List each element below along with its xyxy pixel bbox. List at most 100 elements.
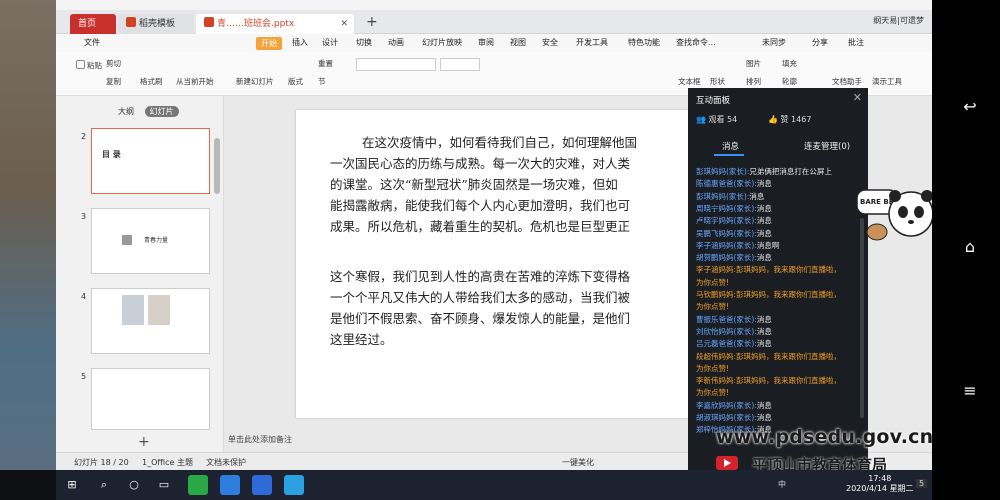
dingtalk-icon[interactable] (220, 475, 240, 495)
section-label: 节 (318, 77, 326, 86)
cortana-icon[interactable]: ○ (126, 477, 142, 493)
new-tab-button[interactable]: + (366, 14, 378, 30)
message-sender: 李嘉欣妈妈(家长): (696, 400, 757, 410)
protection-status[interactable]: 文档未保护 (206, 457, 246, 468)
add-slide-button[interactable]: + (138, 434, 150, 450)
section-button[interactable]: 节 (318, 76, 326, 87)
slide-thumbnail[interactable]: 青春力量 (91, 208, 210, 274)
tab-home[interactable]: 首页 (70, 14, 116, 34)
fill-button[interactable]: 填充 (782, 58, 797, 69)
picture-button[interactable]: 图片 (746, 58, 761, 69)
tab-messages[interactable]: 消息 (722, 140, 739, 152)
textbox-button[interactable]: 文本框 (678, 76, 701, 87)
watermark-url: www.pdsedu.gov.cn (716, 426, 934, 448)
clock[interactable]: 17:48 2020/4/14 星期二 (846, 474, 914, 494)
menu-slideshow[interactable]: 幻灯片放映 (422, 37, 462, 48)
message-sender: 刘欣怡妈妈(家长): (696, 326, 757, 336)
slide-paragraph-1[interactable]: 在这次疫情中，如何看待我们自己，如何理解他国 一次国民心态的历练与成熟。每一次大… (330, 132, 690, 237)
menu-insert[interactable]: 插入 (292, 37, 308, 48)
paste-button[interactable]: 粘贴 (76, 60, 102, 71)
message-text: 消息啊 (756, 240, 780, 250)
message-sender: 陈德惠爸爸(家长): (696, 179, 757, 189)
search-commands[interactable]: 查找命令... (676, 37, 716, 48)
language-indicator[interactable]: 中 (778, 479, 786, 490)
close-icon[interactable]: ✕ (853, 91, 862, 104)
cut-button[interactable]: 剪切 (106, 58, 121, 69)
comment-button[interactable]: 批注 (848, 37, 864, 48)
drawing-tools-button[interactable]: 演示工具 (872, 76, 902, 87)
slide-thumbnail[interactable] (91, 368, 210, 430)
menu-animation[interactable]: 动画 (388, 37, 404, 48)
doc-assistant-button[interactable]: 文档助手 (832, 76, 862, 87)
message-sender: 李子涵妈妈(家长): (696, 240, 757, 250)
message-text: 彭琪妈妈，我来跟你们直播啦， (736, 351, 842, 361)
format-painter-button[interactable]: 格式刷 (140, 76, 163, 87)
search-icon[interactable]: ⌕ (96, 477, 112, 493)
menu-view[interactable]: 视图 (510, 37, 526, 48)
copy-label: 复制 (106, 77, 121, 86)
message-text: 消息 (756, 228, 772, 238)
tab-slides[interactable]: 幻灯片 (144, 106, 179, 117)
slide-canvas[interactable]: 在这次疫情中，如何看待我们自己，如何理解他国 一次国民心态的历练与成熟。每一次大… (296, 110, 691, 418)
slide-thumbnail[interactable] (91, 288, 210, 354)
home-nav-icon[interactable]: ⌂ (957, 236, 983, 258)
shape-button[interactable]: 形状 (710, 76, 725, 87)
menu-features[interactable]: 特色功能 (628, 37, 660, 48)
outline-button[interactable]: 轮廓 (782, 76, 797, 87)
sync-status[interactable]: 未同步 (762, 37, 786, 48)
back-nav-icon[interactable]: ↩ (957, 96, 983, 118)
copy-button[interactable]: 复制 (106, 76, 121, 87)
message-item: 彭琪妈妈(家长):兄弟俩把消息打在公屏上 (696, 166, 864, 178)
tab-mic-management[interactable]: 连麦管理(0) (804, 140, 850, 152)
play-from-current-button[interactable]: 从当前开始 (176, 76, 214, 87)
slide-paragraph-2[interactable]: 这个寒假，我们见到人性的高贵在苦难的淬炼下变得格 一个个平凡又伟大的人带给我们太… (330, 266, 690, 350)
arrange-button[interactable]: 排列 (746, 76, 761, 87)
tab-outline[interactable]: 大纲 (118, 107, 134, 116)
new-slide-button[interactable]: 新建幻灯片 (236, 76, 274, 87)
viewers-icon: 👥 (696, 115, 706, 124)
menu-review[interactable]: 审阅 (478, 37, 494, 48)
screen: 首页 稻壳模板 青……班班会.pptx ✕ + 纲天易|可遗梦 文件 开始 插入 … (0, 0, 1000, 500)
share-button[interactable]: 分享 (812, 37, 828, 48)
close-tab-icon[interactable]: ✕ (340, 14, 348, 34)
tab-document-label: 青……班班会.pptx (217, 19, 295, 29)
menu-nav-icon[interactable]: ≡ (957, 380, 983, 402)
slide-thumbnail[interactable]: 目 录 (91, 128, 210, 194)
menubar: 文件 开始 插入 设计 切换 动画 幻灯片放映 审阅 视图 安全 开发工具 特色… (56, 34, 932, 52)
titlebar: 首页 稻壳模板 青……班班会.pptx ✕ + 纲天易|可遗梦 (56, 10, 932, 34)
account-name[interactable]: 纲天易|可遗梦 (873, 15, 924, 26)
beautify-button[interactable]: 一键美化 (562, 457, 594, 468)
message-text: 彭琪妈妈，我来跟你们直播啦， (736, 290, 842, 299)
tab-document[interactable]: 青……班班会.pptx ✕ (196, 14, 354, 34)
menu-file[interactable]: 文件 (84, 37, 100, 48)
menu-design[interactable]: 设计 (322, 37, 338, 48)
active-tab-indicator (714, 154, 744, 156)
windows-start-icon[interactable]: ⊞ (64, 477, 80, 493)
menu-transitions[interactable]: 切换 (356, 37, 372, 48)
arrange-label: 排列 (746, 77, 761, 86)
reset-label: 重置 (318, 59, 333, 68)
font-name-input[interactable] (356, 58, 436, 71)
task-view-icon[interactable]: ▭ (156, 477, 172, 493)
wps-writer-icon[interactable] (252, 475, 272, 495)
message-text: 消息 (756, 203, 772, 213)
message-item: 为你点赞! (696, 387, 864, 399)
menu-developer[interactable]: 开发工具 (576, 37, 608, 48)
layout-button[interactable]: 版式 (288, 76, 303, 87)
tab-template[interactable]: 稻壳模板 (118, 14, 194, 34)
drawing-tools-label: 演示工具 (872, 77, 902, 86)
viewers-label: 观看 54 (708, 115, 738, 124)
menu-security[interactable]: 安全 (542, 37, 558, 48)
wechat-icon[interactable] (188, 475, 208, 495)
font-size-input[interactable] (440, 58, 480, 71)
notes-placeholder[interactable]: 单击此处添加备注 (228, 434, 292, 445)
message-text: 消息 (749, 191, 765, 201)
thumbnail-scrollbar[interactable] (214, 138, 220, 194)
notification-badge[interactable]: 5 (916, 479, 928, 488)
message-item: 李嘉欣妈妈(家长):消息 (696, 400, 864, 412)
menu-home[interactable]: 开始 (256, 37, 282, 50)
reset-button[interactable]: 重置 (318, 58, 333, 69)
likes-label: 赞 1467 (780, 115, 812, 124)
live-app-icon[interactable] (284, 475, 304, 495)
clock-time: 17:48 (868, 474, 892, 483)
